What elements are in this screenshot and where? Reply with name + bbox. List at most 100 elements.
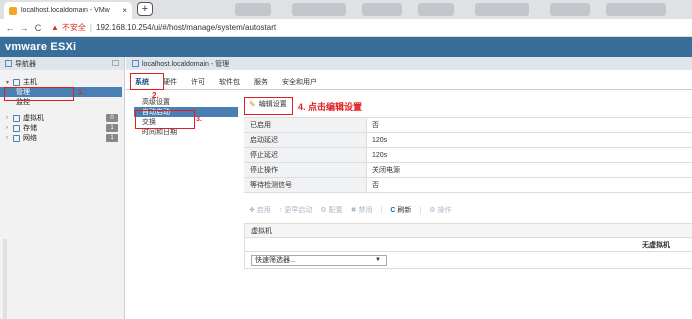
enable-icon: ✚ (249, 207, 255, 214)
toolbar-label: 更早启动 (284, 207, 313, 214)
navigator-title-text: 导航器 (15, 60, 36, 68)
collapse-icon[interactable] (112, 60, 119, 66)
vm-table-empty: 无虚拟机 (245, 238, 692, 252)
browser-tab[interactable]: localhost.localdomain - VMw × (4, 2, 132, 19)
nav-item-label: 主机 (23, 79, 37, 86)
disable-icon: ✖ (350, 207, 357, 214)
setting-value: 关闭电源 (372, 167, 400, 174)
up-arrow-icon: ↑ (278, 206, 283, 214)
tab-services[interactable]: 服务 (254, 77, 268, 87)
reload-icon[interactable]: C (31, 23, 45, 33)
gear-icon: ⚙ (429, 207, 436, 214)
expand-icon[interactable]: › (6, 125, 13, 131)
start-earlier-button[interactable]: ↑ 更早启动 (279, 205, 313, 215)
quick-filter-select[interactable]: 快速筛选器... ▼ (251, 254, 387, 266)
toolbar-divider: | (380, 206, 383, 214)
nav-item-vms[interactable]: › 虚拟机 0 (0, 113, 124, 123)
tab-close-icon[interactable]: × (122, 6, 127, 15)
toolbar-label: 启用 (256, 207, 271, 214)
tab-title: localhost.localdomain - VMw (21, 7, 110, 14)
annotation-box-edit (244, 97, 293, 115)
manage-tabs: 系统 硬件 许可 软件包 服务 安全和用户 (126, 75, 692, 90)
settings-row: 已启用否 (244, 118, 692, 133)
blurred-tab (606, 3, 666, 16)
nav-item-storage[interactable]: › 存储 1 (0, 123, 124, 133)
setting-key: 停止操作 (244, 163, 367, 177)
tab-hardware[interactable]: 硬件 (163, 77, 177, 87)
annotation-box-manage (4, 87, 74, 101)
tab-packages[interactable]: 软件包 (219, 77, 240, 87)
toolbar-label: 操作 (437, 207, 452, 214)
host-icon (13, 78, 20, 86)
scrollbar[interactable] (3, 239, 7, 319)
address-bar: ← → C ▲ 不安全 | 192.168.10.254/ui/#/host/m… (0, 19, 692, 37)
subnav-advanced[interactable]: 高级设置 (134, 97, 238, 107)
configure-button[interactable]: ⚙ 配置 (320, 205, 342, 215)
annotation-step-2: 2. (152, 91, 159, 100)
url-separator: | (89, 23, 92, 32)
refresh-button[interactable]: C 刷新 (390, 205, 411, 215)
count-badge: 1 (106, 134, 118, 142)
nav-item-label: 网络 (23, 135, 37, 142)
vm-table-header[interactable]: 虚拟机 (245, 224, 692, 238)
vm-table: 虚拟机 无虚拟机 快速筛选器... ▼ (244, 223, 692, 269)
nav-item-host[interactable]: ▾ 主机 (0, 77, 124, 87)
annotation-step-3: 3. (196, 116, 202, 123)
filter-row: 快速筛选器... ▼ (245, 252, 692, 268)
setting-value: 否 (372, 122, 379, 129)
blurred-tab (362, 3, 402, 16)
warning-icon: ▲ (51, 23, 59, 32)
storage-icon (13, 124, 20, 132)
blurred-tab (235, 3, 271, 16)
setting-value: 否 (372, 182, 379, 189)
nav-item-network[interactable]: › 网络 1 (0, 133, 124, 143)
host-icon (132, 60, 139, 67)
main-title: localhost.localdomain - 管理 (142, 60, 230, 68)
settings-row: 等待检测信号否 (244, 178, 692, 193)
favicon-icon (9, 6, 17, 15)
main-panel: localhost.localdomain - 管理 系统 硬件 许可 软件包 … (126, 57, 692, 319)
chevron-down-icon: ▼ (375, 256, 381, 263)
vm-icon (13, 114, 20, 122)
new-tab-button[interactable]: + (137, 2, 153, 16)
expand-icon[interactable]: ▾ (6, 79, 13, 86)
esxi-header: vmware ESXi (0, 37, 692, 57)
settings-row: 停止延迟 120s (244, 148, 692, 163)
toolbar-label: 刷新 (397, 207, 412, 214)
vm-toolbar: ✚ 启用 ↑ 更早启动 ⚙ 配置 ✖ 禁用 | C 刷新 | ⚙ 操作 (244, 203, 692, 217)
toolbar-label: 配置 (328, 207, 343, 214)
blurred-tab (550, 3, 590, 16)
settings-row: 启动延迟 120s (244, 133, 692, 148)
disable-button[interactable]: ✖ 禁用 (351, 205, 373, 215)
insecure-label: 不安全 (61, 23, 86, 32)
tab-security-users[interactable]: 安全和用户 (282, 77, 317, 87)
settings-row: 停止操作 关闭电源 (244, 163, 692, 178)
count-badge: 0 (106, 114, 118, 122)
autostart-content: ✎ 编辑设置 已启用否 启动延迟 120s 停止延迟 120s 停止操作 关闭电源 等… (244, 97, 692, 269)
vmware-logo: vmware ESXi (5, 41, 77, 53)
toolbar-label: 禁用 (358, 207, 373, 214)
back-icon[interactable]: ← (3, 23, 17, 33)
nav-item-label: 存储 (23, 125, 37, 132)
main-title-bar: localhost.localdomain - 管理 (126, 57, 692, 70)
setting-key: 停止延迟 (244, 148, 367, 162)
enable-button[interactable]: ✚ 启用 (249, 205, 271, 215)
actions-button[interactable]: ⚙ 操作 (429, 205, 451, 215)
tab-licensing[interactable]: 许可 (191, 77, 205, 87)
forward-icon[interactable]: → (17, 23, 31, 33)
annotation-step-1: 1. (78, 89, 84, 96)
autostart-settings-table: 已启用否 启动延迟 120s 停止延迟 120s 停止操作 关闭电源 等待检测信号否 (244, 117, 692, 193)
url-field[interactable]: ▲ 不安全 | 192.168.10.254/ui/#/host/manage/… (51, 22, 276, 33)
browser-tab-strip: localhost.localdomain - VMw × + (0, 0, 692, 19)
refresh-icon: C (390, 206, 396, 214)
nav-item-label: 虚拟机 (23, 115, 44, 122)
quick-filter-text: 快速筛选器... (255, 257, 296, 264)
expand-icon[interactable]: › (6, 115, 13, 121)
url-text: 192.168.10.254/ui/#/host/manage/system/a… (96, 23, 277, 32)
expand-icon[interactable]: › (6, 135, 13, 141)
blurred-tab (292, 3, 346, 16)
setting-value: 120s (372, 151, 388, 159)
annotation-box-autostart (135, 110, 195, 129)
annotation-step-4: 4. 点击编辑设置 (298, 102, 363, 112)
configure-icon: ⚙ (320, 207, 327, 214)
